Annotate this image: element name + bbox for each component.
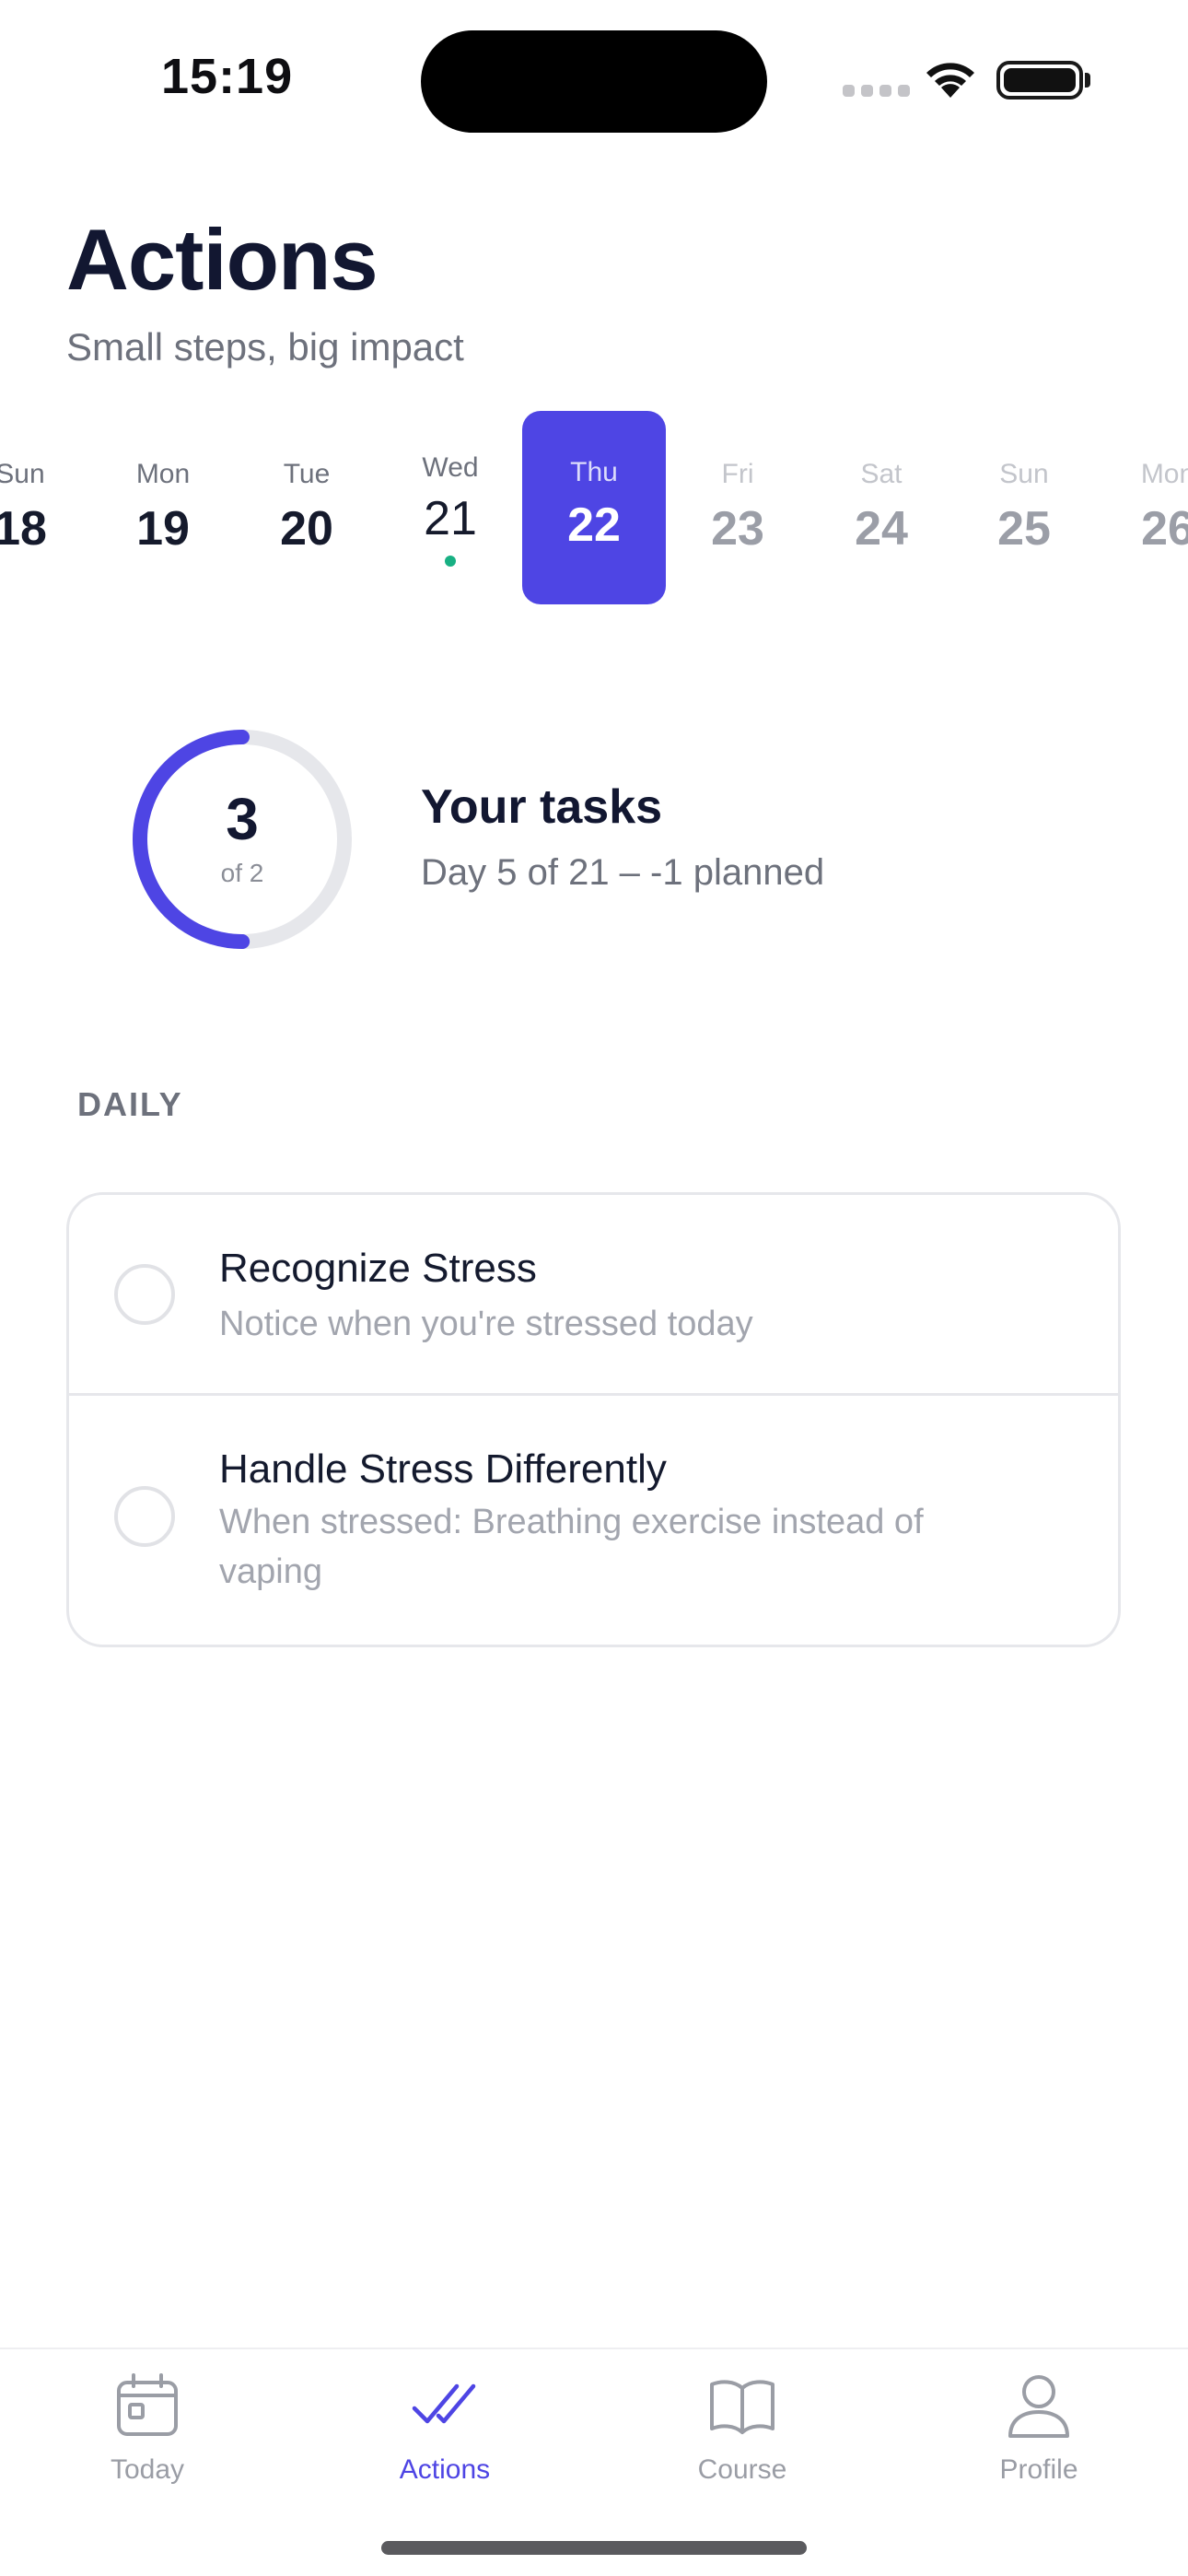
day-name: Mon <box>1140 459 1188 489</box>
day-number: 25 <box>997 502 1051 556</box>
double-check-icon <box>412 2383 476 2424</box>
task-title: Recognize Stress <box>219 1246 537 1291</box>
book-icon <box>710 2380 775 2434</box>
wifi-icon <box>922 57 979 104</box>
day-mon-26[interactable]: Mon 26 <box>1096 411 1188 604</box>
day-number: 19 <box>136 502 190 556</box>
tasks-subtitle: Day 5 of 21 – -1 planned <box>421 852 825 893</box>
task-title: Handle Stress Differently <box>219 1446 667 1492</box>
tab-label: Actions <box>399 2454 491 2485</box>
day-sat-24[interactable]: Sat 24 <box>809 411 953 604</box>
task-item[interactable]: Recognize Stress Notice when you're stre… <box>69 1195 1118 1396</box>
day-wed-21[interactable]: Wed 21 <box>379 411 522 604</box>
battery-icon <box>996 61 1083 100</box>
tab-label: Course <box>697 2454 787 2485</box>
battery-tip <box>1085 73 1090 88</box>
actions-screen: 15:19 Actions Small steps, big impact Su… <box>0 0 1188 2576</box>
calendar-icon <box>117 2373 178 2436</box>
day-number: 21 <box>424 492 477 545</box>
day-name: Wed <box>422 452 479 483</box>
person-icon <box>1008 2375 1069 2438</box>
dynamic-island <box>421 30 767 133</box>
task-description: When stressed: Breathing exercise instea… <box>219 1503 924 1591</box>
page-subtitle: Small steps, big impact <box>66 325 464 369</box>
day-thu-22-selected[interactable]: Thu 22 <box>522 411 666 604</box>
day-name: Sat <box>860 459 903 489</box>
week-strip: Sun 18 Mon 19 Tue 20 Wed 21 Thu 22 Fri 2… <box>0 411 1188 604</box>
tasks-done-count: 3 <box>226 786 259 852</box>
day-name: Tue <box>283 459 331 489</box>
day-number: 18 <box>0 502 47 556</box>
day-name: Sun <box>0 459 45 489</box>
home-indicator[interactable] <box>381 2541 807 2555</box>
day-name: Thu <box>570 457 618 487</box>
day-number: 24 <box>855 502 908 556</box>
task-checkbox[interactable] <box>114 1486 175 1547</box>
day-number: 20 <box>280 502 333 556</box>
tab-course[interactable]: Course <box>632 2370 853 2486</box>
page-title: Actions <box>66 211 379 308</box>
tab-label: Profile <box>999 2454 1078 2485</box>
day-tue-20[interactable]: Tue 20 <box>235 411 379 604</box>
day-name: Sun <box>999 459 1049 489</box>
section-label-daily: DAILY <box>77 1085 183 1123</box>
day-number: 23 <box>711 502 764 556</box>
tasks-title: Your tasks <box>421 780 663 834</box>
tab-today[interactable]: Today <box>37 2370 258 2486</box>
task-description: Notice when you're stressed today <box>219 1305 753 1343</box>
day-sun-25[interactable]: Sun 25 <box>952 411 1096 604</box>
task-checkbox[interactable] <box>114 1264 175 1325</box>
tab-actions[interactable]: Actions <box>334 2370 555 2486</box>
day-name: Fri <box>721 459 754 489</box>
day-sun-18[interactable]: Sun 18 <box>0 411 92 604</box>
status-time: 15:19 <box>161 49 294 104</box>
day-mon-19[interactable]: Mon 19 <box>91 411 235 604</box>
tab-label: Today <box>110 2454 185 2485</box>
completed-dot <box>445 556 456 567</box>
tasks-total-label: of 2 <box>220 859 264 887</box>
day-number: 22 <box>567 498 621 552</box>
tab-profile[interactable]: Profile <box>928 2370 1149 2486</box>
day-name: Mon <box>135 459 191 489</box>
task-list-card: Recognize Stress Notice when you're stre… <box>66 1192 1121 1647</box>
cellular-signal-icon <box>843 85 910 97</box>
task-item[interactable]: Handle Stress Differently When stressed:… <box>69 1396 1118 1645</box>
day-number: 26 <box>1141 502 1188 556</box>
day-fri-23[interactable]: Fri 23 <box>666 411 809 604</box>
